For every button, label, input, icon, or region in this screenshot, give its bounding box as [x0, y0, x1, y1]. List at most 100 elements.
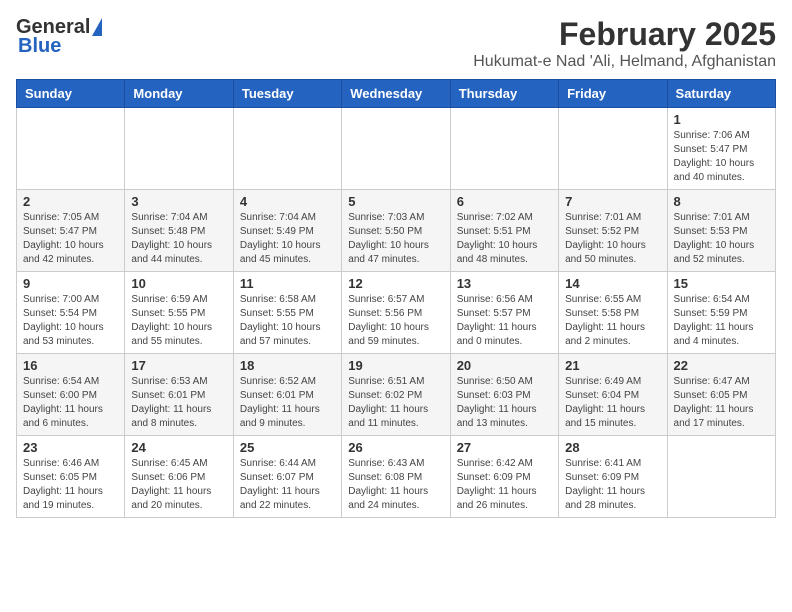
day-info: Sunrise: 6:55 AM Sunset: 5:58 PM Dayligh… [565, 293, 660, 349]
weekday-header-friday: Friday [559, 80, 667, 108]
day-number: 25 [240, 440, 335, 455]
calendar-cell: 16 Sunrise: 6:54 AM Sunset: 6:00 PM Dayli… [17, 354, 125, 436]
day-info: Sunrise: 6:42 AM Sunset: 6:09 PM Dayligh… [457, 457, 552, 513]
calendar-cell: 27 Sunrise: 6:42 AM Sunset: 6:09 PM Dayli… [450, 436, 558, 518]
calendar-cell: 22Sunrise: 6:47 AM Sunset: 6:05 PM Dayli… [667, 354, 775, 436]
day-info: Sunrise: 7:04 AM Sunset: 5:48 PM Dayligh… [131, 211, 226, 267]
day-info: Sunrise: 6:56 AM Sunset: 5:57 PM Dayligh… [457, 293, 552, 349]
month-title: February 2025 [473, 16, 776, 53]
weekday-header-tuesday: Tuesday [233, 80, 341, 108]
calendar-cell: 10 Sunrise: 6:59 AM Sunset: 5:55 PM Dayli… [125, 272, 233, 354]
calendar-cell [233, 108, 341, 190]
calendar-cell: 1 Sunrise: 7:06 AM Sunset: 5:47 PM Daylig… [667, 108, 775, 190]
calendar-cell: 23 Sunrise: 6:46 AM Sunset: 6:05 PM Dayli… [17, 436, 125, 518]
day-number: 14 [565, 276, 660, 291]
day-number: 19 [348, 358, 443, 373]
day-number: 27 [457, 440, 552, 455]
day-info: Sunrise: 7:02 AM Sunset: 5:51 PM Dayligh… [457, 211, 552, 267]
day-number: 15 [674, 276, 769, 291]
calendar-cell: 21 Sunrise: 6:49 AM Sunset: 6:04 PM Dayli… [559, 354, 667, 436]
calendar-cell: 28 Sunrise: 6:41 AM Sunset: 6:09 PM Dayli… [559, 436, 667, 518]
day-number: 12 [348, 276, 443, 291]
day-number: 20 [457, 358, 552, 373]
weekday-header-saturday: Saturday [667, 80, 775, 108]
day-info: Sunrise: 7:03 AM Sunset: 5:50 PM Dayligh… [348, 211, 443, 267]
logo-blue-text: Blue [18, 35, 61, 58]
day-info: Sunrise: 7:06 AM Sunset: 5:47 PM Dayligh… [674, 129, 769, 185]
calendar-cell: 12 Sunrise: 6:57 AM Sunset: 5:56 PM Dayli… [342, 272, 450, 354]
calendar-cell: 24 Sunrise: 6:45 AM Sunset: 6:06 PM Dayli… [125, 436, 233, 518]
day-number: 2 [23, 194, 118, 209]
week-row-5: 23 Sunrise: 6:46 AM Sunset: 6:05 PM Dayli… [17, 436, 776, 518]
day-number: 6 [457, 194, 552, 209]
weekday-header-thursday: Thursday [450, 80, 558, 108]
calendar-cell: 8 Sunrise: 7:01 AM Sunset: 5:53 PM Daylig… [667, 190, 775, 272]
day-number: 21 [565, 358, 660, 373]
day-info: Sunrise: 6:43 AM Sunset: 6:08 PM Dayligh… [348, 457, 443, 513]
calendar-cell: 2Sunrise: 7:05 AM Sunset: 5:47 PM Daylig… [17, 190, 125, 272]
calendar-cell [559, 108, 667, 190]
calendar-cell [450, 108, 558, 190]
calendar-cell: 6 Sunrise: 7:02 AM Sunset: 5:51 PM Daylig… [450, 190, 558, 272]
day-info: Sunrise: 6:49 AM Sunset: 6:04 PM Dayligh… [565, 375, 660, 431]
day-number: 3 [131, 194, 226, 209]
day-info: Sunrise: 6:58 AM Sunset: 5:55 PM Dayligh… [240, 293, 335, 349]
calendar-cell [17, 108, 125, 190]
day-info: Sunrise: 6:54 AM Sunset: 5:59 PM Dayligh… [674, 293, 769, 349]
day-info: Sunrise: 6:45 AM Sunset: 6:06 PM Dayligh… [131, 457, 226, 513]
week-row-2: 2Sunrise: 7:05 AM Sunset: 5:47 PM Daylig… [17, 190, 776, 272]
day-number: 8 [674, 194, 769, 209]
day-info: Sunrise: 6:46 AM Sunset: 6:05 PM Dayligh… [23, 457, 118, 513]
day-number: 18 [240, 358, 335, 373]
day-info: Sunrise: 7:04 AM Sunset: 5:49 PM Dayligh… [240, 211, 335, 267]
calendar-cell [125, 108, 233, 190]
calendar-cell: 14 Sunrise: 6:55 AM Sunset: 5:58 PM Dayli… [559, 272, 667, 354]
week-row-1: 1 Sunrise: 7:06 AM Sunset: 5:47 PM Daylig… [17, 108, 776, 190]
day-number: 10 [131, 276, 226, 291]
calendar-cell: 7Sunrise: 7:01 AM Sunset: 5:52 PM Daylig… [559, 190, 667, 272]
day-number: 4 [240, 194, 335, 209]
day-number: 24 [131, 440, 226, 455]
day-number: 16 [23, 358, 118, 373]
day-number: 28 [565, 440, 660, 455]
calendar-cell: 26 Sunrise: 6:43 AM Sunset: 6:08 PM Dayli… [342, 436, 450, 518]
day-number: 26 [348, 440, 443, 455]
calendar-cell: 19 Sunrise: 6:51 AM Sunset: 6:02 PM Dayli… [342, 354, 450, 436]
day-info: Sunrise: 6:54 AM Sunset: 6:00 PM Dayligh… [23, 375, 118, 431]
day-info: Sunrise: 7:01 AM Sunset: 5:52 PM Dayligh… [565, 211, 660, 267]
day-info: Sunrise: 6:52 AM Sunset: 6:01 PM Dayligh… [240, 375, 335, 431]
day-info: Sunrise: 6:59 AM Sunset: 5:55 PM Dayligh… [131, 293, 226, 349]
day-number: 22 [674, 358, 769, 373]
day-number: 1 [674, 112, 769, 127]
calendar-cell: 4 Sunrise: 7:04 AM Sunset: 5:49 PM Daylig… [233, 190, 341, 272]
title-block: February 2025 Hukumat-e Nad 'Ali, Helman… [473, 16, 776, 71]
day-info: Sunrise: 6:50 AM Sunset: 6:03 PM Dayligh… [457, 375, 552, 431]
weekday-header-monday: Monday [125, 80, 233, 108]
calendar-table: SundayMondayTuesdayWednesdayThursdayFrid… [16, 79, 776, 518]
day-info: Sunrise: 6:41 AM Sunset: 6:09 PM Dayligh… [565, 457, 660, 513]
day-number: 23 [23, 440, 118, 455]
calendar-cell [342, 108, 450, 190]
calendar-cell: 20 Sunrise: 6:50 AM Sunset: 6:03 PM Dayli… [450, 354, 558, 436]
logo-triangle-icon [92, 18, 102, 36]
calendar-cell: 5 Sunrise: 7:03 AM Sunset: 5:50 PM Daylig… [342, 190, 450, 272]
day-info: Sunrise: 6:51 AM Sunset: 6:02 PM Dayligh… [348, 375, 443, 431]
calendar-cell: 13Sunrise: 6:56 AM Sunset: 5:57 PM Dayli… [450, 272, 558, 354]
week-row-4: 16 Sunrise: 6:54 AM Sunset: 6:00 PM Dayli… [17, 354, 776, 436]
location-title: Hukumat-e Nad 'Ali, Helmand, Afghanistan [473, 53, 776, 71]
calendar-cell: 25Sunrise: 6:44 AM Sunset: 6:07 PM Dayli… [233, 436, 341, 518]
calendar-cell: 18 Sunrise: 6:52 AM Sunset: 6:01 PM Dayli… [233, 354, 341, 436]
page-header: General Blue February 2025 Hukumat-e Nad… [16, 16, 776, 71]
weekday-header-sunday: Sunday [17, 80, 125, 108]
day-info: Sunrise: 6:57 AM Sunset: 5:56 PM Dayligh… [348, 293, 443, 349]
weekday-header-wednesday: Wednesday [342, 80, 450, 108]
day-number: 17 [131, 358, 226, 373]
calendar-cell: 9Sunrise: 7:00 AM Sunset: 5:54 PM Daylig… [17, 272, 125, 354]
week-row-3: 9Sunrise: 7:00 AM Sunset: 5:54 PM Daylig… [17, 272, 776, 354]
day-number: 9 [23, 276, 118, 291]
weekday-header-row: SundayMondayTuesdayWednesdayThursdayFrid… [17, 80, 776, 108]
day-info: Sunrise: 7:01 AM Sunset: 5:53 PM Dayligh… [674, 211, 769, 267]
day-number: 11 [240, 276, 335, 291]
day-number: 5 [348, 194, 443, 209]
calendar-cell: 15 Sunrise: 6:54 AM Sunset: 5:59 PM Dayli… [667, 272, 775, 354]
